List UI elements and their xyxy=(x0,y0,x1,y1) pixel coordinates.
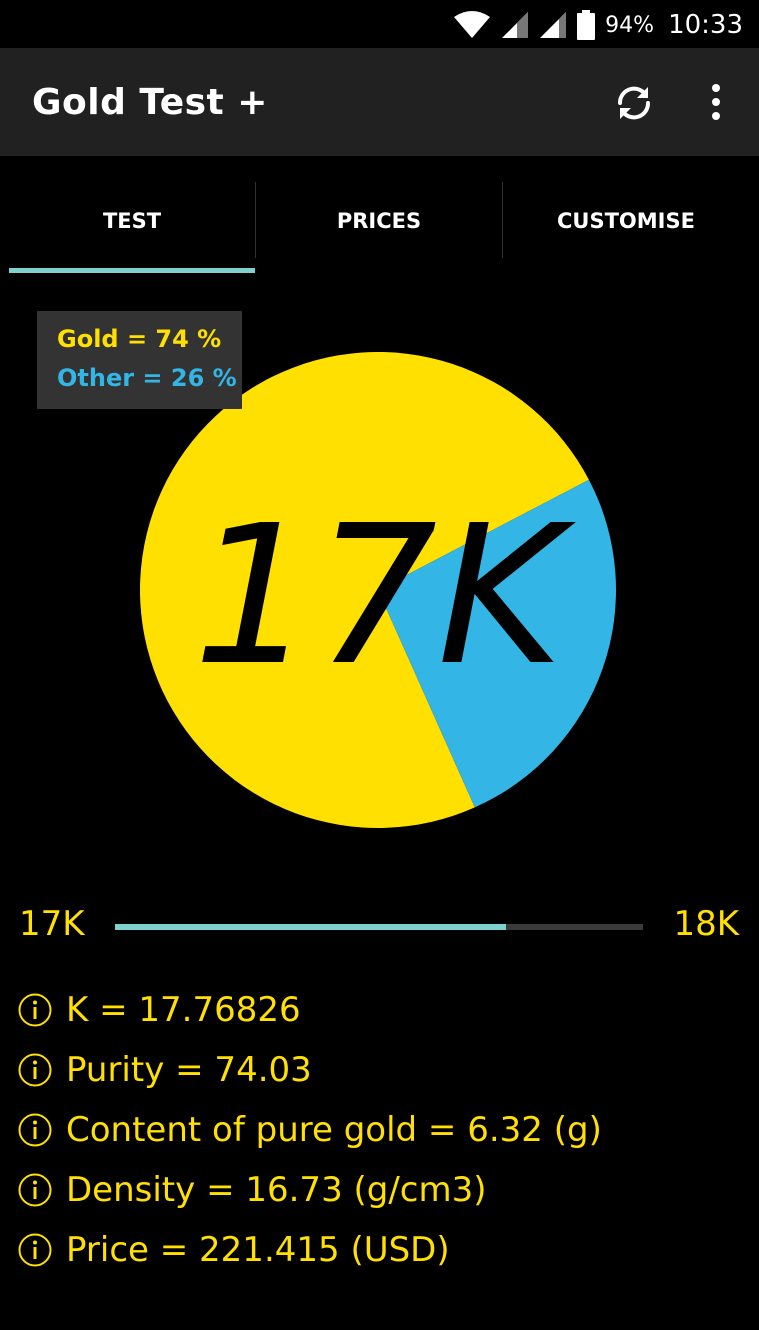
tab-bar: TEST PRICES CUSTOMISE xyxy=(0,156,759,274)
signal-icon xyxy=(502,12,529,38)
info-icon[interactable] xyxy=(18,1113,52,1147)
tab-indicator xyxy=(9,268,255,273)
status-icons: 94% 10:33 xyxy=(453,8,743,42)
info-purity-text: Purity = 74.03 xyxy=(66,1050,312,1090)
app-bar: Gold Test + xyxy=(0,48,759,156)
legend-other: Other = 26 % xyxy=(57,364,237,392)
legend-gold: Gold = 74 % xyxy=(57,325,222,353)
info-karat: K = 17.76826 xyxy=(18,980,738,1040)
info-pure-gold-text: Content of pure gold = 6.32 (g) xyxy=(66,1110,602,1150)
info-icon[interactable] xyxy=(18,1173,52,1207)
info-icon[interactable] xyxy=(18,1233,52,1267)
info-icon[interactable] xyxy=(18,1053,52,1087)
info-density-text: Density = 16.73 (g/cm3) xyxy=(66,1170,487,1210)
tab-test[interactable]: TEST xyxy=(9,182,255,262)
range-max-label: 18K xyxy=(673,904,739,944)
wifi-icon xyxy=(454,11,491,38)
status-bar: 94% 10:33 xyxy=(0,0,759,48)
result-list: K = 17.76826 Purity = 74.03 Content of p… xyxy=(18,980,738,1280)
battery-icon xyxy=(577,10,596,40)
info-pure-gold: Content of pure gold = 6.32 (g) xyxy=(18,1100,738,1160)
refresh-icon[interactable] xyxy=(612,81,656,125)
info-price: Price = 221.415 (USD) xyxy=(18,1220,738,1280)
tab-customise[interactable]: CUSTOMISE xyxy=(503,182,749,262)
battery-percentage: 94% xyxy=(605,12,655,38)
tab-prices[interactable]: PRICES xyxy=(256,182,502,262)
pie-center-label: 17K xyxy=(193,485,576,708)
karat-progress-fill xyxy=(115,924,506,930)
clock: 10:33 xyxy=(668,10,743,40)
karat-range: 17K 18K xyxy=(0,900,759,952)
range-min-label: 17K xyxy=(19,904,85,944)
more-vert-icon[interactable] xyxy=(704,82,728,122)
info-density: Density = 16.73 (g/cm3) xyxy=(18,1160,738,1220)
karat-progress-track xyxy=(115,924,643,930)
info-price-text: Price = 221.415 (USD) xyxy=(66,1230,450,1270)
info-purity: Purity = 74.03 xyxy=(18,1040,738,1100)
signal-icon-2 xyxy=(540,12,567,38)
info-icon[interactable] xyxy=(18,993,52,1027)
app-title: Gold Test + xyxy=(32,82,268,123)
chart-legend: Gold = 74 % Other = 26 % xyxy=(37,311,242,409)
info-karat-text: K = 17.76826 xyxy=(66,990,301,1030)
